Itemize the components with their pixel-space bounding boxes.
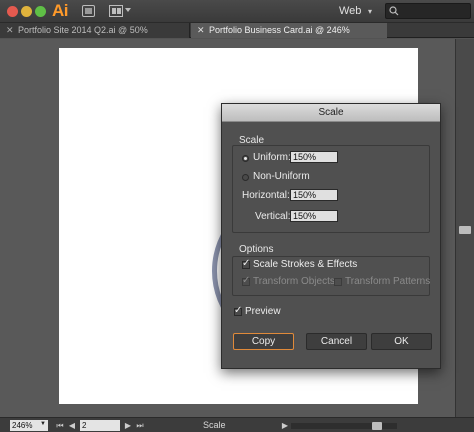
horizontal-scroll-thumb[interactable] — [372, 422, 382, 430]
close-tab-icon[interactable]: ✕ — [6, 23, 14, 38]
close-window-button[interactable] — [7, 6, 18, 17]
vertical-field[interactable]: 150% — [290, 210, 338, 222]
search-input[interactable] — [385, 3, 471, 19]
status-text: Scale — [203, 420, 226, 430]
uniform-value: 150% — [293, 152, 317, 162]
preview-checkbox[interactable] — [234, 305, 242, 316]
next-artboard-icon[interactable]: ▶ — [123, 420, 133, 431]
chevron-down-icon[interactable] — [125, 8, 131, 12]
first-artboard-icon[interactable]: ⏮ — [55, 420, 65, 431]
vertical-scrollbar[interactable] — [455, 39, 474, 417]
vertical-label: Vertical: — [255, 211, 291, 222]
transform-objects-label: Transform Objects — [253, 276, 335, 287]
vertical-value: 150% — [293, 211, 317, 221]
illustrator-logo: Ai — [52, 1, 69, 20]
workspace-chevron-icon[interactable]: ▾ — [368, 7, 372, 16]
application-bar: Ai Web ▾ — [0, 0, 474, 23]
status-bar: 246% ▼ ⏮ ◀ 2 ▶ ⏭ Scale ▶ — [0, 417, 474, 432]
vertical-scroll-thumb[interactable] — [459, 226, 471, 234]
zoom-value: 246% — [12, 421, 33, 430]
artboard-number: 2 — [82, 421, 87, 430]
search-icon — [389, 6, 399, 16]
bridge-icon[interactable] — [82, 5, 95, 17]
arrange-documents-icon[interactable] — [109, 5, 123, 17]
non-uniform-radio[interactable] — [242, 174, 249, 181]
preview-label: Preview — [245, 306, 281, 317]
ok-button[interactable]: OK — [371, 333, 432, 350]
transform-objects-checkbox[interactable] — [242, 275, 250, 286]
last-artboard-icon[interactable]: ⏭ — [135, 420, 145, 431]
transform-patterns-checkbox[interactable] — [334, 278, 342, 286]
artboard-number-field[interactable]: 2 — [80, 420, 120, 431]
non-uniform-label: Non-Uniform — [253, 171, 310, 182]
uniform-field[interactable]: 150% — [290, 151, 338, 163]
zoom-window-button[interactable] — [35, 6, 46, 17]
scale-strokes-label: Scale Strokes & Effects — [253, 259, 358, 270]
zoom-chevron-icon[interactable]: ▼ — [40, 421, 46, 427]
scale-dialog: Scale Scale Uniform: 150% Non-Uniform Ho… — [221, 103, 441, 369]
document-tab[interactable]: ✕ Portfolio Site 2014 Q2.ai @ 50% (RGB/P… — [0, 23, 190, 50]
transform-patterns-label: Transform Patterns — [345, 276, 431, 287]
dialog-titlebar[interactable]: Scale — [222, 104, 440, 122]
options-group-label: Options — [239, 244, 274, 255]
copy-button[interactable]: Copy — [233, 333, 294, 350]
minimize-window-button[interactable] — [21, 6, 32, 17]
status-menu-icon[interactable]: ▶ — [280, 420, 290, 431]
dialog-title: Scale — [318, 107, 344, 118]
horizontal-value: 150% — [293, 190, 317, 200]
horizontal-field[interactable]: 150% — [290, 189, 338, 201]
previous-artboard-icon[interactable]: ◀ — [67, 420, 77, 431]
uniform-label: Uniform: — [253, 152, 291, 163]
document-tab-active[interactable]: ✕ Portfolio Business Card.ai @ 246% (RGB… — [191, 23, 387, 50]
workspace-switcher[interactable]: Web — [339, 5, 361, 17]
close-tab-icon[interactable]: ✕ — [197, 23, 205, 38]
cancel-button[interactable]: Cancel — [306, 333, 367, 350]
document-tab-bar: ✕ Portfolio Site 2014 Q2.ai @ 50% (RGB/P… — [0, 23, 474, 50]
uniform-radio[interactable] — [242, 155, 249, 162]
horizontal-label: Horizontal: — [242, 190, 290, 201]
scale-strokes-checkbox[interactable] — [242, 258, 250, 269]
